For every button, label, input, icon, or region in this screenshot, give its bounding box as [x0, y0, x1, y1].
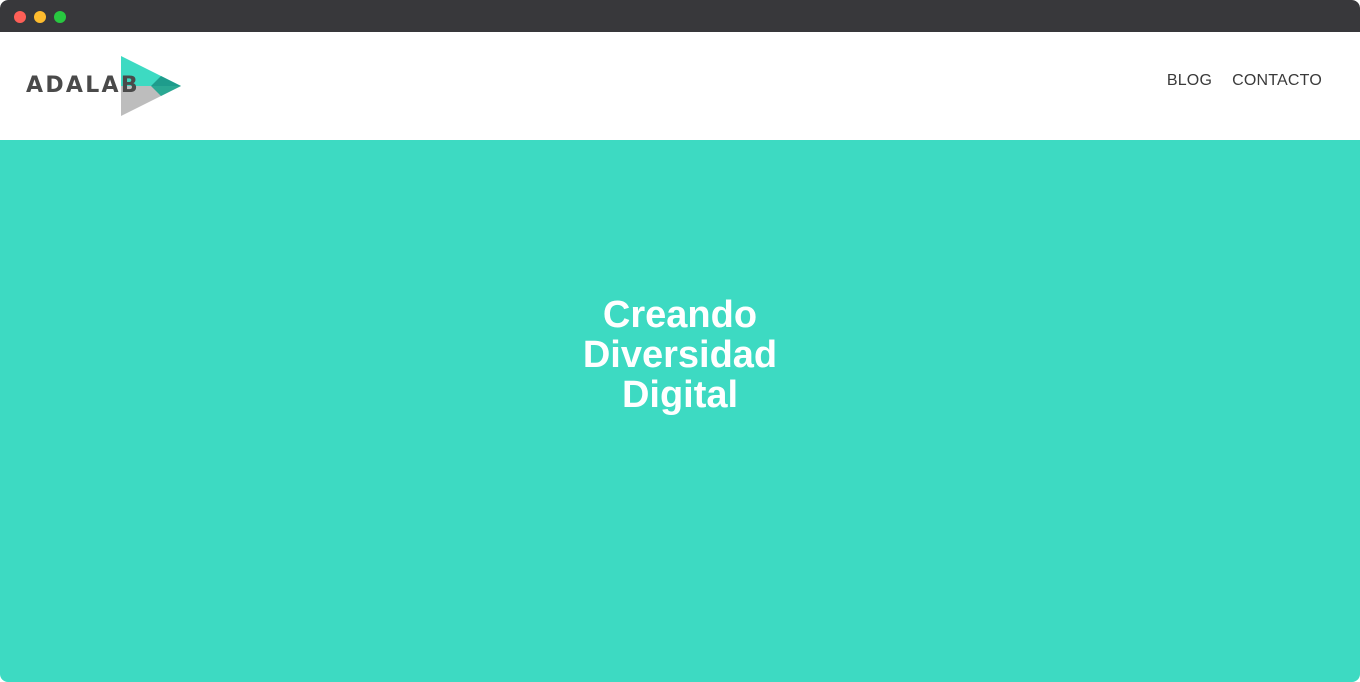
- close-window-button[interactable]: [14, 11, 26, 23]
- minimize-window-button[interactable]: [34, 11, 46, 23]
- nav-link-blog[interactable]: BLOG: [1167, 72, 1212, 90]
- adalab-logo[interactable]: ADALAB: [24, 54, 184, 120]
- site-header: ADALAB BLOG CONTACTO: [0, 32, 1360, 140]
- hero-title: Creando Diversidad Digital: [0, 295, 1360, 415]
- hero-title-line: Creando: [602, 294, 758, 336]
- maximize-window-button[interactable]: [54, 11, 66, 23]
- browser-window: ADALAB BLOG CONTACTO Creando Diversidad …: [0, 0, 1360, 682]
- window-titlebar: [0, 0, 1360, 32]
- main-nav: BLOG CONTACTO: [1167, 72, 1322, 90]
- hero-title-line: Diversidad: [582, 334, 778, 376]
- hero-title-line: Digital: [621, 374, 739, 416]
- nav-link-contacto[interactable]: CONTACTO: [1232, 72, 1322, 90]
- logo-text: ADALAB: [26, 73, 140, 98]
- hero-section: Creando Diversidad Digital: [0, 140, 1360, 682]
